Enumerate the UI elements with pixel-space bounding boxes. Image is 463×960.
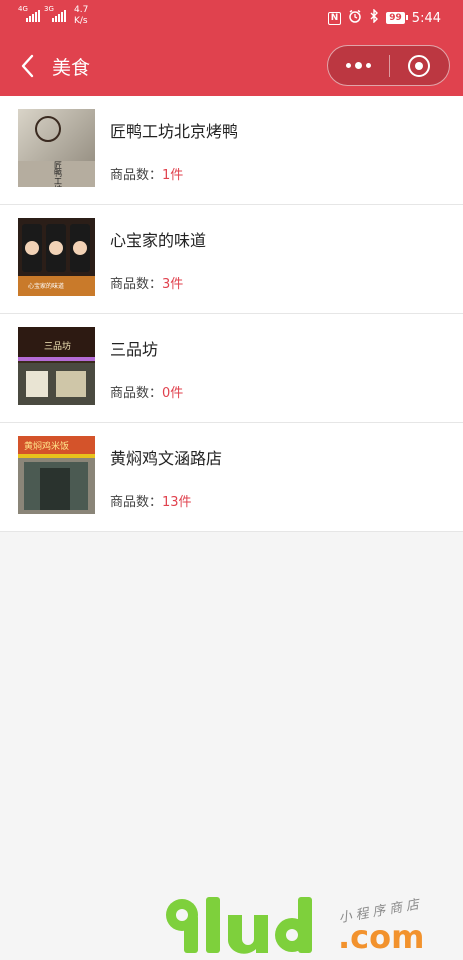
store-item[interactable]: 黄焖鸡米饭 黄焖鸡文涵路店 商品数：13件	[0, 423, 463, 532]
miniprogram-capsule	[327, 45, 450, 86]
product-count: 商品数：3件	[110, 273, 183, 292]
alarm-icon	[348, 9, 362, 27]
status-bar: 4G 3G 4.7 K/s N 99 5:44	[0, 0, 463, 36]
nfc-icon: N	[327, 11, 342, 25]
store-item[interactable]: 匠鸭工坊 匠鸭工坊北京烤鸭 商品数：1件	[0, 96, 463, 205]
store-name: 三品坊	[110, 340, 159, 359]
close-target-icon	[408, 54, 430, 77]
product-count-label: 商品数：	[110, 168, 163, 183]
product-count-label: 商品数：	[110, 386, 163, 401]
store-name: 心宝家的味道	[110, 231, 207, 250]
store-name: 黄焖鸡文涵路店	[110, 449, 223, 468]
product-count-label: 商品数：	[110, 495, 163, 510]
watermark-domain: .com	[338, 918, 425, 956]
status-time: 5:44	[411, 10, 441, 26]
back-button[interactable]	[14, 50, 40, 82]
page-title: 美食	[52, 57, 91, 79]
more-button[interactable]	[328, 46, 389, 85]
store-item[interactable]: 心宝家的味道 心宝家的味道 商品数：3件	[0, 205, 463, 314]
close-button[interactable]	[389, 46, 449, 85]
product-count-value: 0件	[162, 386, 184, 401]
product-count-value: 3件	[162, 277, 184, 292]
store-thumbnail: 匠鸭工坊	[18, 109, 95, 187]
more-dots-icon	[346, 62, 371, 69]
store-list: 匠鸭工坊 匠鸭工坊北京烤鸭 商品数：1件 心宝家的味道 心宝家的味道 商品数：3…	[0, 96, 463, 532]
status-right: N 99 5:44	[327, 8, 441, 27]
store-name: 匠鸭工坊北京烤鸭	[110, 122, 239, 141]
back-chevron-icon	[21, 54, 34, 78]
bluetooth-icon	[369, 8, 379, 27]
status-left: 4G 3G 4.7 K/s	[18, 5, 88, 27]
store-sign-text: 心宝家的味道	[28, 282, 64, 290]
store-sign-text: 三品坊	[44, 340, 71, 352]
net-speed: 4.7 K/s	[74, 5, 88, 27]
product-count-value: 1件	[162, 168, 184, 183]
store-thumbnail: 心宝家的味道	[18, 218, 95, 296]
store-sign-text: 黄焖鸡米饭	[24, 440, 69, 452]
network-type-1: 4G	[18, 5, 28, 13]
product-count: 商品数：0件	[110, 382, 183, 401]
store-item[interactable]: 三品坊 三品坊 商品数：0件	[0, 314, 463, 423]
signal-icon-2: 3G	[44, 5, 66, 22]
net-speed-unit: K/s	[74, 16, 88, 26]
product-count-value: 13件	[162, 495, 192, 510]
store-thumbnail: 黄焖鸡米饭	[18, 436, 95, 514]
battery-icon: 99	[386, 12, 408, 24]
watermark-logo	[166, 897, 312, 954]
header-bar: 4G 3G 4.7 K/s N 99 5:44 美食	[0, 0, 463, 96]
network-type-2: 3G	[44, 5, 54, 13]
store-sign-text: 匠鸭工坊	[54, 161, 63, 187]
store-thumbnail: 三品坊	[18, 327, 95, 405]
product-count-label: 商品数：	[110, 277, 163, 292]
net-speed-value: 4.7	[74, 5, 89, 15]
signal-icon: 4G	[18, 5, 40, 22]
product-count: 商品数：1件	[110, 164, 183, 183]
product-count: 商品数：13件	[110, 491, 192, 510]
